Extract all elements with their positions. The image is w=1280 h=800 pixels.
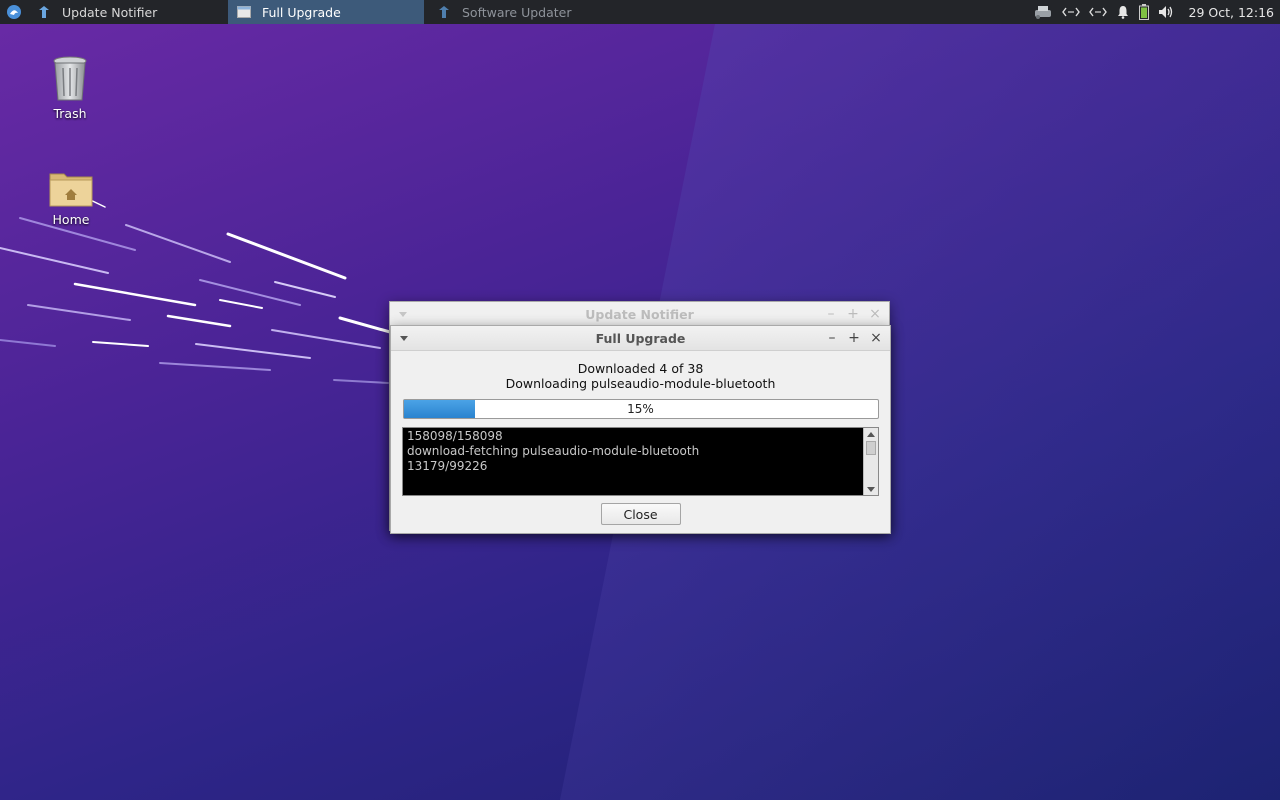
terminal-scrollbar[interactable] [863,428,878,495]
window-titlebar[interactable]: Update Notifier – + × [390,302,889,327]
scroll-down-icon[interactable] [864,483,878,495]
scrollbar-thumb[interactable] [866,441,876,455]
trash-icon [53,56,87,101]
notification-bell-icon[interactable] [1116,0,1130,24]
window-title: Update Notifier [585,306,694,322]
applications-menu-button[interactable] [0,0,28,24]
task-software-updater[interactable]: Software Updater [428,0,624,24]
terminal-line: download-fetching pulseaudio-module-blue… [407,444,700,458]
terminal-output[interactable]: 158098/158098 download-fetching pulseaud… [402,427,879,496]
window-icon [236,4,252,20]
minimize-icon[interactable]: – [823,306,839,322]
scroll-up-icon[interactable] [864,428,878,440]
progress-bar: 15% [402,399,879,419]
network-icon[interactable] [1088,0,1107,24]
download-status: Downloaded 4 of 38 [577,361,704,376]
desktop-icon-label: Trash [53,106,87,121]
top-panel: Update Notifier Full Upgrade Software Up… [0,0,1280,24]
volume-icon[interactable] [1158,0,1174,24]
maximize-icon[interactable]: + [846,330,862,346]
close-button[interactable]: Close [600,503,681,525]
update-icon [36,4,52,20]
window-titlebar[interactable]: Full Upgrade – + × [391,326,890,351]
task-label: Full Upgrade [262,4,341,20]
desktop-icon-label: Home [52,212,90,227]
desktop-icon-trash[interactable]: Trash [30,50,110,121]
update-icon [436,4,452,20]
full-upgrade-window: Full Upgrade – + × Downloaded 4 of 38 Do… [390,325,891,534]
battery-icon[interactable] [1138,0,1149,24]
task-label: Update Notifier [62,4,158,20]
terminal-line: 158098/158098 [407,429,503,443]
desktop-icon-home[interactable]: Home [31,156,111,227]
terminal-line: 13179/99226 [407,459,488,473]
minimize-icon[interactable]: – [824,330,840,346]
task-label: Software Updater [462,4,572,20]
progress-label: 15% [627,402,654,416]
printer-icon[interactable] [1033,0,1053,24]
home-folder-icon [49,173,93,207]
task-update-notifier[interactable]: Update Notifier [28,0,224,24]
close-icon[interactable]: × [868,330,884,346]
current-package-status: Downloading pulseaudio-module-bluetooth [505,376,776,391]
close-icon[interactable]: × [867,306,883,322]
window-title: Full Upgrade [595,330,686,346]
clock[interactable]: 29 Oct, 12:16 [1189,5,1274,20]
network-icon[interactable] [1061,0,1080,24]
system-tray: 29 Oct, 12:16 [1033,0,1280,24]
task-full-upgrade[interactable]: Full Upgrade [228,0,424,24]
maximize-icon[interactable]: + [845,306,861,322]
xubuntu-logo-icon [7,5,21,19]
